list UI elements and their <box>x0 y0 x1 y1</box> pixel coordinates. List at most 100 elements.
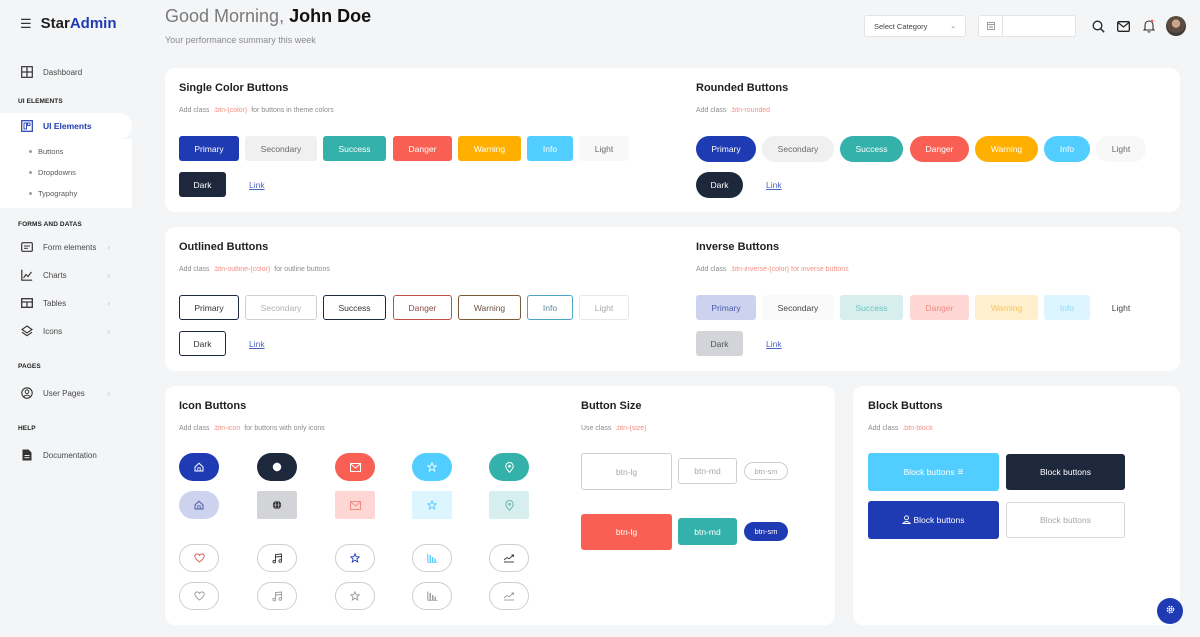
button-label: Warning <box>990 144 1023 154</box>
icon-button-home[interactable] <box>179 453 219 481</box>
icon-button-heart[interactable] <box>179 582 219 610</box>
section-ui-elements: UI ELEMENTS <box>18 97 63 105</box>
btn-md-success[interactable]: btn-md <box>678 518 737 545</box>
btn-lg-outline[interactable]: btn-lg <box>581 453 672 490</box>
greeting: Good Morning, John Doe <box>165 6 371 27</box>
chevron-right-icon: › <box>107 388 110 398</box>
block-button-info[interactable]: Block buttons ≡ <box>868 453 999 491</box>
icon-button-star[interactable] <box>335 544 375 572</box>
link-button[interactable]: Link <box>766 339 782 349</box>
danger-button[interactable]: Danger <box>393 136 452 161</box>
success-button[interactable]: Success <box>840 295 903 320</box>
icon-button-mail[interactable] <box>335 453 375 481</box>
icon-button-globe[interactable] <box>257 453 297 481</box>
icon-button-map-pin[interactable] <box>489 453 529 481</box>
secondary-button[interactable]: Secondary <box>245 295 317 320</box>
btn-sm-primary[interactable]: btn-sm <box>744 522 788 541</box>
card-title: Inverse Buttons <box>696 241 780 253</box>
submenu-label: Dropdowns <box>38 168 76 177</box>
button-label: Dark <box>193 179 212 190</box>
dark-button[interactable]: Dark <box>696 331 743 356</box>
success-button[interactable]: Success <box>840 136 903 162</box>
secondary-button[interactable]: Secondary <box>762 295 834 320</box>
date-picker[interactable] <box>978 15 1076 37</box>
logo[interactable]: StarAdmin <box>41 15 117 32</box>
block-button-outline[interactable]: Block buttons <box>1006 502 1125 538</box>
map-pin-icon <box>504 499 514 511</box>
heart-icon <box>193 553 205 563</box>
info-button[interactable]: Info <box>527 295 573 320</box>
link-button[interactable]: Link <box>249 339 265 349</box>
sidebar-item-dashboard[interactable]: Dashboard <box>0 58 132 86</box>
primary-button[interactable]: Primary <box>696 295 756 320</box>
sidebar-item-charts[interactable]: Charts › <box>0 261 132 289</box>
sidebar-item-ui-elements[interactable]: UI Elements <box>0 113 132 139</box>
warning-button[interactable]: Warning <box>458 295 521 320</box>
info-button[interactable]: Info <box>1044 295 1090 320</box>
info-button[interactable]: Info <box>527 136 573 161</box>
sidebar-item-documentation[interactable]: Documentation <box>0 441 132 469</box>
submenu-item-typography[interactable]: Typography <box>0 183 132 204</box>
success-button[interactable]: Success <box>323 136 386 161</box>
sidebar-item-user-pages[interactable]: User Pages › <box>0 379 132 407</box>
icon-button-star[interactable] <box>412 453 452 481</box>
btn-sm-outline[interactable]: btn-sm <box>744 462 788 480</box>
sidebar-item-icons[interactable]: Icons › <box>0 317 132 345</box>
menu-toggle-icon[interactable]: ☰ <box>20 16 32 32</box>
btn-md-outline[interactable]: btn-md <box>678 458 737 484</box>
dark-button[interactable]: Dark <box>696 172 743 198</box>
secondary-button[interactable]: Secondary <box>762 136 834 162</box>
block-button-primary[interactable]: Block buttons <box>868 501 999 539</box>
icon-button-trend[interactable] <box>489 544 529 572</box>
icon-button-star[interactable] <box>335 582 375 610</box>
dark-button[interactable]: Dark <box>179 172 226 197</box>
category-select[interactable]: Select Category ⌄ <box>864 15 966 37</box>
link-button[interactable]: Link <box>249 180 265 190</box>
primary-button[interactable]: Primary <box>179 295 239 320</box>
section-pages: PAGES <box>18 362 41 370</box>
secondary-button[interactable]: Secondary <box>245 136 317 161</box>
primary-button[interactable]: Primary <box>696 136 756 162</box>
link-button[interactable]: Link <box>766 180 782 190</box>
user-name: John Doe <box>289 6 372 26</box>
light-button[interactable]: Light <box>579 136 629 161</box>
warning-button[interactable]: Warning <box>975 136 1038 162</box>
icon-button-bar-chart[interactable] <box>412 582 452 610</box>
light-button[interactable]: Light <box>579 295 629 320</box>
icon-button-star[interactable] <box>412 491 452 519</box>
form-icon <box>20 241 33 254</box>
settings-fab[interactable] <box>1157 598 1183 624</box>
icon-button-music[interactable] <box>257 582 297 610</box>
success-button[interactable]: Success <box>323 295 386 320</box>
primary-button[interactable]: Primary <box>179 136 239 161</box>
warning-button[interactable]: Warning <box>975 295 1038 320</box>
submenu-item-buttons[interactable]: Buttons <box>0 141 132 162</box>
submenu-item-dropdowns[interactable]: Dropdowns <box>0 162 132 183</box>
danger-button[interactable]: Danger <box>393 295 452 320</box>
user-avatar[interactable] <box>1166 16 1186 36</box>
mail-icon[interactable] <box>1111 20 1136 32</box>
block-button-dark[interactable]: Block buttons <box>1006 454 1125 490</box>
icon-button-bar-chart[interactable] <box>412 544 452 572</box>
icon-button-map-pin[interactable] <box>489 491 529 519</box>
icon-button-heart[interactable] <box>179 544 219 572</box>
icon-button-globe[interactable] <box>257 491 297 519</box>
icon-button-music[interactable] <box>257 544 297 572</box>
info-button[interactable]: Info <box>1044 136 1090 162</box>
search-icon[interactable] <box>1086 20 1111 33</box>
danger-button[interactable]: Danger <box>910 136 969 162</box>
sidebar-item-form-elements[interactable]: Form elements › <box>0 233 132 261</box>
sidebar-item-tables[interactable]: Tables › <box>0 289 132 317</box>
light-button[interactable]: Light <box>1096 136 1146 162</box>
btn-lg-danger[interactable]: btn-lg <box>581 514 672 550</box>
date-input[interactable] <box>1003 16 1075 36</box>
icon-button-home[interactable] <box>179 491 219 519</box>
icon-button-trend[interactable] <box>489 582 529 610</box>
warning-button[interactable]: Warning <box>458 136 521 161</box>
dark-button[interactable]: Dark <box>179 331 226 356</box>
icon-button-mail[interactable] <box>335 491 375 519</box>
button-label: Block buttons <box>1039 515 1092 525</box>
danger-button[interactable]: Danger <box>910 295 969 320</box>
light-button[interactable]: Light <box>1096 295 1146 320</box>
bell-icon[interactable] <box>1136 19 1161 33</box>
